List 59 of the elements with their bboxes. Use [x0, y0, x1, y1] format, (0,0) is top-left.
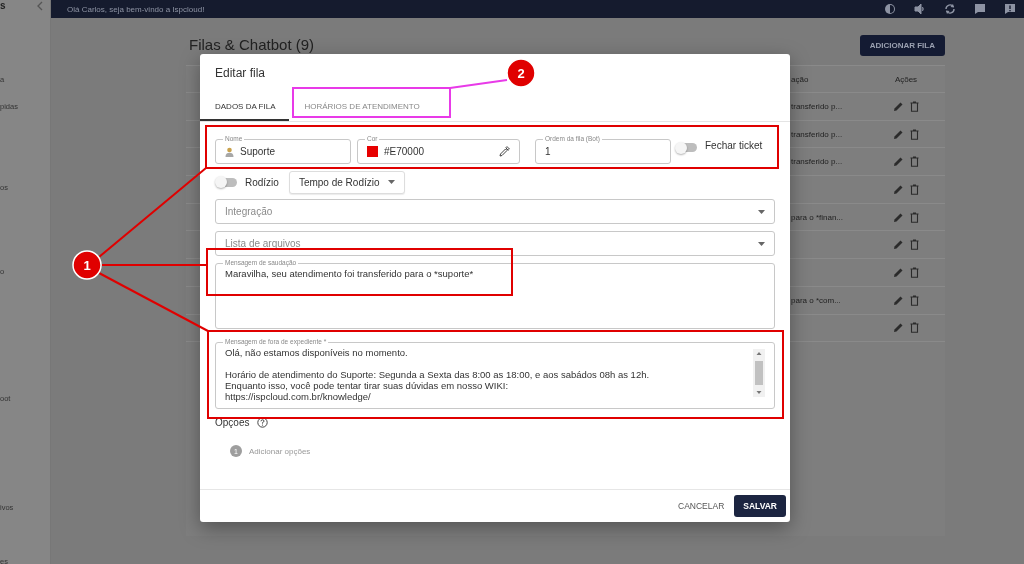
table-cell-text: transferido p...: [791, 157, 844, 167]
toggle-label: Rodízio: [245, 176, 279, 188]
table-cell-text: para o *com...: [791, 295, 842, 305]
dialog-title: Editar fila: [215, 66, 266, 80]
trash-icon[interactable]: [910, 266, 919, 278]
cancel-button[interactable]: CANCELAR: [676, 495, 727, 517]
edit-icon[interactable]: [893, 294, 904, 306]
chevron-left-icon[interactable]: [36, 0, 44, 11]
trash-icon[interactable]: [910, 100, 919, 112]
page-title: Filas & Chatbot (9): [189, 35, 315, 53]
leader-line: [449, 79, 508, 89]
trash-icon[interactable]: [910, 239, 919, 251]
file-list-select[interactable]: Lista de arquivos: [215, 231, 775, 256]
integration-select[interactable]: Integração: [215, 199, 775, 224]
caret-icon: [758, 241, 765, 246]
rotation-time-select[interactable]: Tempo de Rodízio: [288, 170, 405, 194]
tab[interactable]: DADOS DA FILA: [200, 93, 290, 121]
scrollbar[interactable]: [753, 349, 765, 397]
eyedropper-icon[interactable]: [499, 146, 510, 157]
trash-icon[interactable]: [910, 156, 919, 168]
toggle-label: Fechar ticket: [705, 140, 763, 151]
callout-badge: 1: [72, 250, 102, 280]
edit-icon[interactable]: [893, 156, 904, 168]
trash-icon[interactable]: [910, 211, 919, 223]
volume-icon[interactable]: [914, 3, 926, 15]
column-header: ação: [791, 74, 810, 84]
edit-icon[interactable]: [893, 128, 904, 140]
tab[interactable]: HORÁRIOS DE ATENDIMENTO: [289, 93, 434, 121]
toggle-switch[interactable]: [217, 177, 237, 187]
table-cell-text: transferido p...: [791, 129, 844, 139]
trash-icon[interactable]: [910, 128, 919, 140]
edit-icon[interactable]: [893, 239, 904, 251]
save-button[interactable]: SALVAR: [734, 495, 786, 517]
add-queue-button[interactable]: ADICIONAR FILA: [859, 34, 945, 56]
trash-icon[interactable]: [910, 294, 919, 306]
trash-icon[interactable]: [910, 183, 919, 195]
brightness-icon[interactable]: [884, 3, 896, 15]
callout-badge: 2: [506, 58, 536, 88]
person-icon: [225, 146, 234, 157]
help-icon[interactable]: [257, 417, 269, 428]
caret-icon: [758, 209, 765, 214]
chat-icon[interactable]: [974, 3, 986, 15]
table-cell-text: para o *finan...: [791, 212, 845, 222]
edit-icon[interactable]: [893, 100, 904, 112]
toggle-switch[interactable]: [677, 143, 697, 152]
refresh-icon[interactable]: [944, 3, 956, 15]
edit-icon[interactable]: [893, 211, 904, 223]
edit-icon[interactable]: [893, 322, 904, 334]
color-swatch: [367, 146, 378, 157]
greeting-text: Olá Carlos, seja bem-vindo a Ispcloud!: [67, 4, 205, 14]
alert-icon[interactable]: [1004, 3, 1016, 15]
caret-icon: [387, 180, 395, 184]
logo-text: s: [0, 0, 6, 11]
edit-icon[interactable]: [893, 183, 904, 195]
trash-icon[interactable]: [910, 322, 919, 334]
add-options-step[interactable]: Adicionar opções: [249, 446, 311, 456]
table-cell-text: transferido p...: [791, 101, 844, 111]
edit-icon[interactable]: [893, 266, 904, 278]
column-header: Ações: [893, 74, 919, 84]
